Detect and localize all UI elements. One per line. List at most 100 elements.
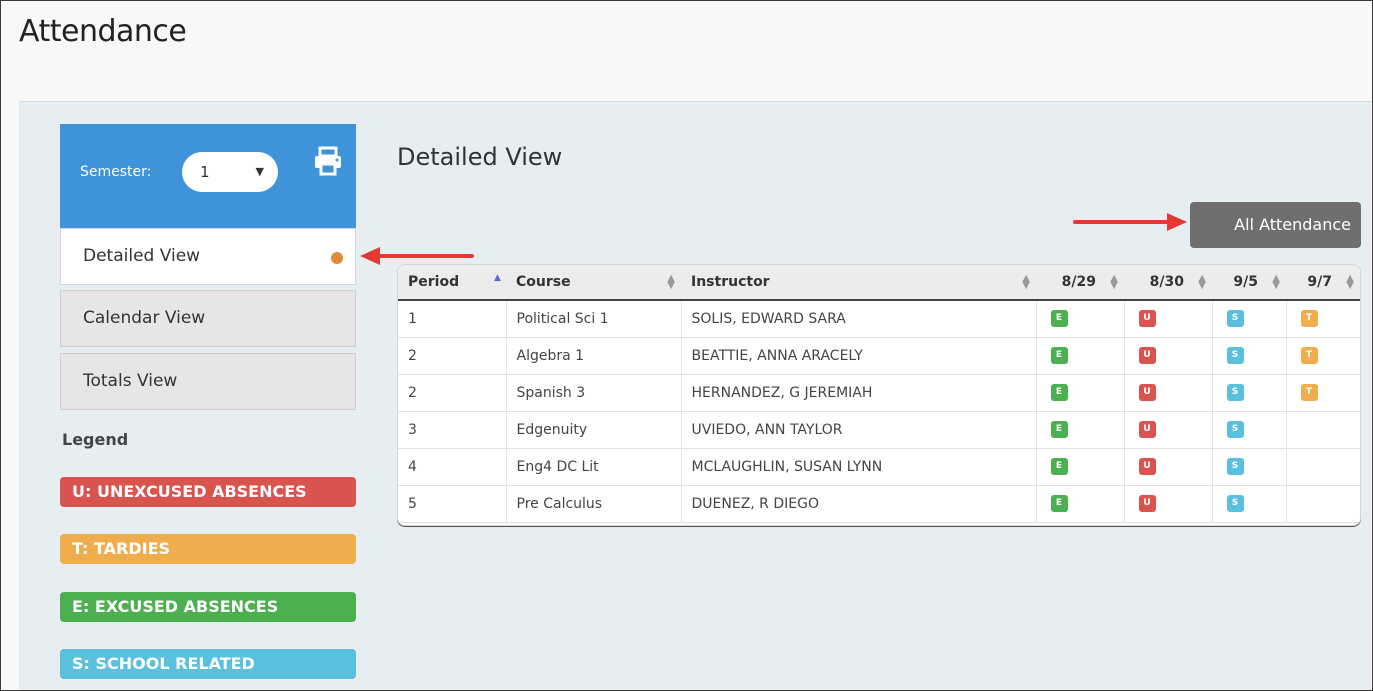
- period-cell: 3: [398, 411, 507, 448]
- table-row: 4 Eng4 DC Lit MCLAUGHLIN, SUSAN LYNN E U S: [398, 448, 1360, 485]
- sort-icon: ▲ ▼: [1110, 273, 1118, 291]
- attendance-cell: E: [1036, 485, 1125, 522]
- attendance-cell: [1286, 485, 1360, 522]
- table-header-row: Period ▲ Course ▲ ▼ Instructor ▲ ▼ 8/29 ▲ ▼ 8/3…: [398, 265, 1360, 301]
- table-row: 1 Political Sci 1 SOLIS, EDWARD SARA E U S T: [398, 300, 1360, 337]
- attendance-cell: S: [1212, 374, 1287, 411]
- attendance-badge[interactable]: U: [1138, 421, 1156, 438]
- attendance-cell: [1286, 411, 1360, 448]
- col-date-3[interactable]: 9/5 ▲ ▼: [1212, 265, 1286, 301]
- attendance-badge[interactable]: E: [1050, 347, 1068, 364]
- sort-icon: ▲ ▼: [1272, 273, 1280, 291]
- attendance-badge[interactable]: U: [1138, 384, 1156, 401]
- sort-icon: ▲ ▼: [1022, 273, 1030, 291]
- attendance-cell: E: [1036, 337, 1125, 374]
- attendance-badge[interactable]: E: [1050, 458, 1068, 475]
- col-course[interactable]: Course ▲ ▼: [506, 265, 681, 301]
- content-area: Semester: 1 ▼ Detailed View Calendar Vie…: [19, 101, 1371, 690]
- attendance-cell: S: [1212, 337, 1287, 374]
- attendance-cell: S: [1212, 411, 1287, 448]
- attendance-badge[interactable]: S: [1226, 384, 1244, 401]
- semester-select[interactable]: 1 ▼: [182, 152, 278, 192]
- attendance-badge[interactable]: T: [1300, 310, 1318, 328]
- attendance-cell: E: [1036, 374, 1125, 411]
- table-body: 1 Political Sci 1 SOLIS, EDWARD SARA E U S T 2 A…: [398, 300, 1360, 522]
- print-icon[interactable]: [313, 146, 343, 176]
- attendance-badge[interactable]: U: [1138, 310, 1156, 328]
- attendance-badge[interactable]: S: [1226, 310, 1244, 328]
- instructor-cell: DUENEZ, R DIEGO: [681, 485, 1037, 522]
- attendance-badge[interactable]: E: [1050, 384, 1068, 401]
- col-instructor[interactable]: Instructor ▲ ▼: [681, 265, 1036, 301]
- attendance-badge[interactable]: E: [1050, 421, 1068, 438]
- legend-title: Legend: [62, 430, 129, 449]
- period-cell: 5: [398, 485, 507, 522]
- all-attendance-button[interactable]: All Attendance: [1190, 202, 1361, 248]
- attendance-badge[interactable]: S: [1226, 458, 1244, 475]
- col-date-2[interactable]: 8/30 ▲ ▼: [1124, 265, 1212, 301]
- period-cell: 4: [398, 448, 507, 485]
- attendance-cell: U: [1124, 411, 1213, 448]
- attendance-cell: U: [1124, 374, 1213, 411]
- attendance-badge[interactable]: U: [1138, 347, 1156, 364]
- attendance-cell: S: [1212, 485, 1287, 522]
- nav-label: Detailed View: [83, 246, 201, 266]
- attendance-badge[interactable]: T: [1300, 347, 1318, 364]
- col-label: Period: [408, 274, 460, 290]
- attendance-cell: U: [1124, 300, 1213, 337]
- sort-icon: ▲ ▼: [1346, 273, 1354, 291]
- sort-icon: ▲ ▼: [1198, 273, 1206, 291]
- attendance-cell: T: [1286, 337, 1360, 374]
- instructor-cell: HERNANDEZ, G JEREMIAH: [681, 374, 1037, 411]
- instructor-cell: SOLIS, EDWARD SARA: [681, 300, 1037, 337]
- main-title: Detailed View: [397, 143, 563, 171]
- col-label: Course: [516, 274, 571, 290]
- legend-school-related: S: SCHOOL RELATED: [60, 649, 356, 679]
- col-label: 8/29: [1061, 274, 1096, 290]
- instructor-cell: UVIEDO, ANN TAYLOR: [681, 411, 1037, 448]
- instructor-cell: BEATTIE, ANNA ARACELY: [681, 337, 1037, 374]
- period-cell: 2: [398, 337, 507, 374]
- nav-label: Calendar View: [83, 308, 206, 328]
- course-cell: Eng4 DC Lit: [506, 448, 682, 485]
- col-label: 9/7: [1307, 274, 1332, 290]
- attendance-badge[interactable]: E: [1050, 310, 1068, 328]
- attendance-cell: U: [1124, 337, 1213, 374]
- sort-icon: ▲ ▼: [667, 273, 675, 291]
- col-period[interactable]: Period ▲: [398, 265, 506, 301]
- chevron-down-icon: ▼: [255, 165, 264, 178]
- attendance-cell: [1286, 448, 1360, 485]
- attendance-badge[interactable]: S: [1226, 495, 1244, 512]
- nav-label: Totals View: [83, 371, 178, 391]
- attendance-cell: E: [1036, 300, 1125, 337]
- sort-asc-icon: ▲: [494, 273, 501, 283]
- attendance-badge[interactable]: T: [1300, 384, 1318, 401]
- attendance-cell: E: [1036, 448, 1125, 485]
- legend-unexcused: U: UNEXCUSED ABSENCES: [60, 477, 356, 507]
- attendance-badge[interactable]: S: [1226, 421, 1244, 438]
- nav-detailed-view[interactable]: Detailed View: [60, 228, 356, 285]
- nav-calendar-view[interactable]: Calendar View: [60, 290, 356, 347]
- nav-totals-view[interactable]: Totals View: [60, 353, 356, 410]
- attendance-badge[interactable]: U: [1138, 495, 1156, 512]
- instructor-cell: MCLAUGHLIN, SUSAN LYNN: [681, 448, 1037, 485]
- table-row: 2 Spanish 3 HERNANDEZ, G JEREMIAH E U S T: [398, 374, 1360, 411]
- attendance-cell: U: [1124, 485, 1213, 522]
- attendance-cell: E: [1036, 411, 1125, 448]
- attendance-cell: T: [1286, 374, 1360, 411]
- col-date-1[interactable]: 8/29 ▲ ▼: [1036, 265, 1124, 301]
- table-row: 5 Pre Calculus DUENEZ, R DIEGO E U S: [398, 485, 1360, 522]
- legend-excused: E: EXCUSED ABSENCES: [60, 592, 356, 622]
- table-row: 3 Edgenuity UVIEDO, ANN TAYLOR E U S: [398, 411, 1360, 448]
- attendance-badge[interactable]: E: [1050, 495, 1068, 512]
- col-label: 9/5: [1233, 274, 1258, 290]
- active-indicator-dot: [331, 252, 343, 264]
- attendance-cell: S: [1212, 300, 1287, 337]
- semester-value: 1: [200, 163, 210, 181]
- col-date-4[interactable]: 9/7 ▲ ▼: [1286, 265, 1360, 301]
- semester-panel: Semester: 1 ▼: [60, 124, 356, 228]
- attendance-badge[interactable]: U: [1138, 458, 1156, 475]
- attendance-badge[interactable]: S: [1226, 347, 1244, 364]
- attendance-table: Period ▲ Course ▲ ▼ Instructor ▲ ▼ 8/29 ▲ ▼ 8/3…: [397, 264, 1361, 526]
- period-cell: 1: [398, 300, 507, 337]
